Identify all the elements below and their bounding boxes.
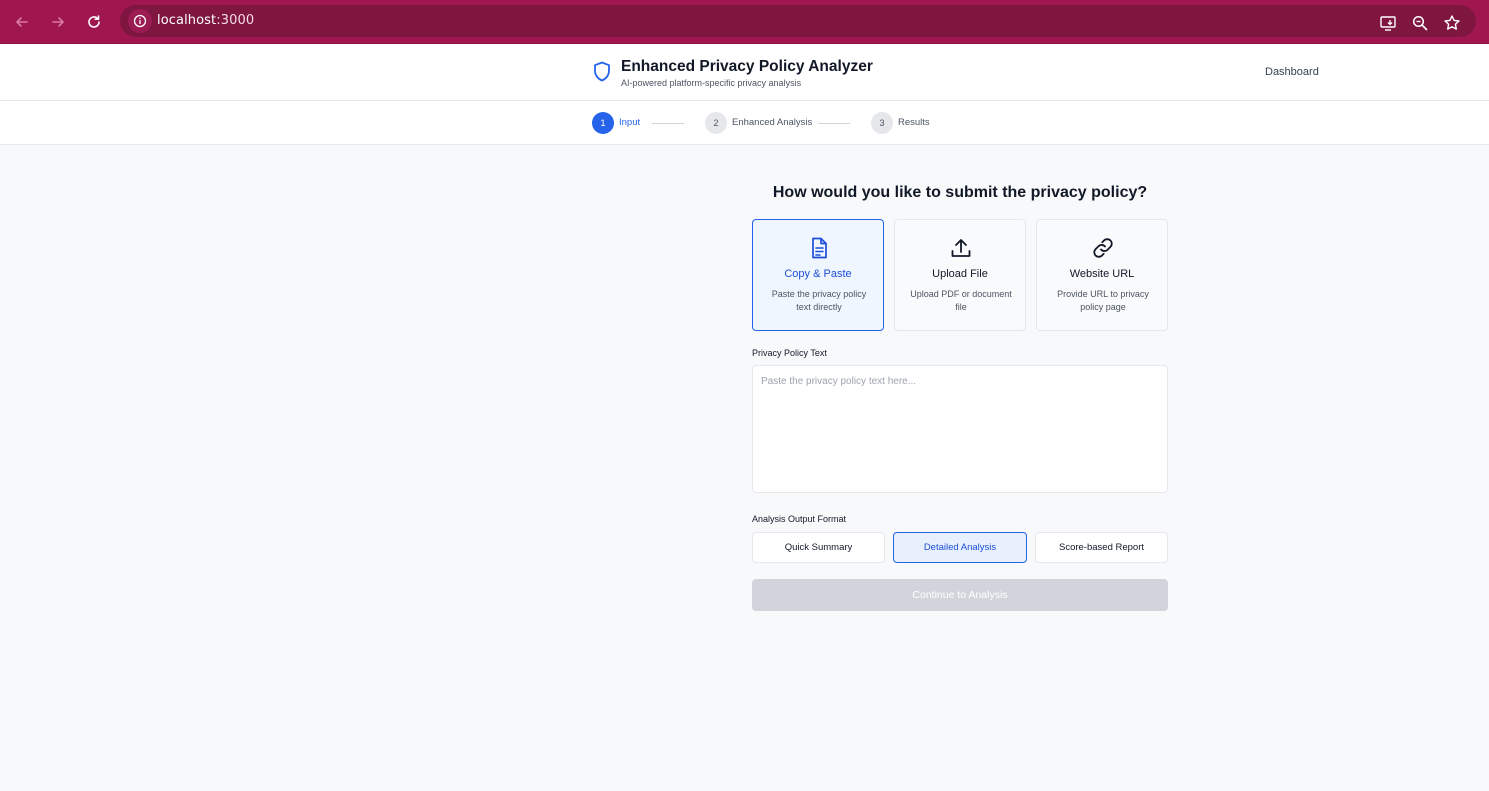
bookmark-button[interactable] [1440, 11, 1464, 35]
url-host: localhost [157, 13, 217, 28]
format-quick-summary-button[interactable]: Quick Summary [752, 532, 885, 563]
site-info-button[interactable] [128, 9, 152, 33]
method-title: Website URL [1069, 268, 1135, 280]
policy-text-label: Privacy Policy Text [752, 348, 827, 358]
install-app-icon [1380, 16, 1396, 31]
format-score-report-button[interactable]: Score-based Report [1035, 532, 1168, 563]
method-description: Upload PDF or document file [910, 289, 1012, 312]
forward-icon [52, 17, 64, 27]
method-title: Upload File [932, 268, 988, 280]
document-icon [812, 237, 827, 259]
method-copy-paste-card[interactable]: Copy & Paste Paste the privacy policy te… [752, 219, 884, 331]
dashboard-link[interactable]: Dashboard [1265, 66, 1319, 78]
shield-icon [594, 61, 610, 82]
step-1-number: 1 [592, 112, 614, 134]
zoom-button[interactable] [1408, 11, 1432, 35]
install-app-button[interactable] [1376, 11, 1400, 35]
upload-icon [951, 239, 971, 257]
reload-button[interactable] [80, 8, 108, 36]
method-title: Copy & Paste [784, 268, 852, 280]
bookmark-star-icon [1444, 15, 1460, 30]
method-description: Paste the privacy policy text directly [771, 289, 867, 312]
url-text: localhost:3000 [157, 13, 254, 28]
policy-text-input[interactable] [752, 365, 1168, 493]
site-info-icon [133, 14, 147, 28]
step-2-number: 2 [705, 112, 727, 134]
method-description: Provide URL to privacy policy page [1057, 289, 1149, 312]
step-2-label: Enhanced Analysis [732, 117, 813, 128]
step-1-label: Input [619, 117, 641, 128]
step-3-label: Results [898, 117, 930, 128]
method-upload-file-card[interactable]: Upload File Upload PDF or document file [894, 219, 1026, 331]
app-title: Enhanced Privacy Policy Analyzer [621, 58, 873, 75]
link-icon [1093, 238, 1113, 258]
method-website-url-card[interactable]: Website URL Provide URL to privacy polic… [1036, 219, 1168, 331]
forward-button[interactable] [44, 8, 72, 36]
back-button[interactable] [8, 8, 36, 36]
reload-icon [88, 15, 100, 28]
step-connector [818, 123, 850, 124]
submission-question: How would you like to submit the privacy… [772, 184, 1148, 201]
output-format-label: Analysis Output Format [752, 514, 847, 524]
back-icon [16, 17, 28, 27]
address-bar[interactable]: localhost:3000 [120, 5, 1476, 37]
continue-button[interactable]: Continue to Analysis [752, 579, 1168, 611]
app-subtitle: AI-powered platform-specific privacy ana… [621, 78, 802, 88]
step-3-number: 3 [871, 112, 893, 134]
format-detailed-analysis-button[interactable]: Detailed Analysis [893, 532, 1027, 563]
browser-toolbar: localhost:3000 [0, 0, 1489, 44]
url-port: :3000 [216, 13, 255, 28]
zoom-icon [1412, 15, 1428, 31]
step-connector [652, 123, 684, 124]
